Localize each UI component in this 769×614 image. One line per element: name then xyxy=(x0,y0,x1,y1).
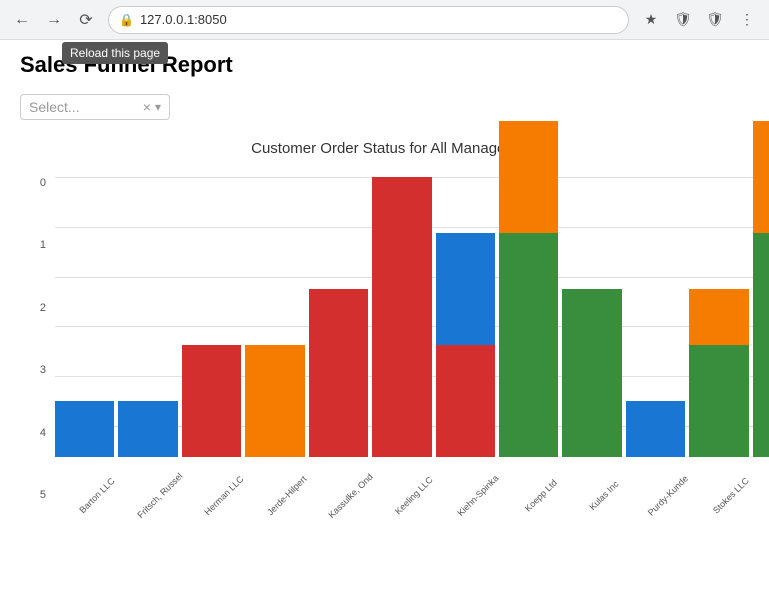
reload-button[interactable]: ⟳ xyxy=(72,6,100,34)
bar-group xyxy=(626,401,685,457)
bar-segment-presented xyxy=(753,233,769,457)
bar-group xyxy=(436,233,495,457)
bar-segment-presented xyxy=(499,233,558,457)
browser-chrome: ← → ⟳ Reload this page 🔒 127.0.0.1:8050 … xyxy=(0,0,769,40)
bar-group xyxy=(309,289,368,457)
browser-actions: ★ 🛡 🛡 ⋮ xyxy=(637,6,761,34)
bar-segment-pending xyxy=(689,289,748,345)
chart-wrapper: Customer Order Status for All Managers 5… xyxy=(20,140,749,531)
y-axis: 5 4 3 2 1 0 xyxy=(20,177,50,501)
menu-button[interactable]: ⋮ xyxy=(733,6,761,34)
y-axis-label: 4 xyxy=(20,427,50,439)
y-axis-label: 3 xyxy=(20,364,50,376)
bar-segment-pending xyxy=(245,345,304,457)
address-bar[interactable]: 🔒 127.0.0.1:8050 xyxy=(108,6,629,34)
page-content: Sales Funnel Report Select... × ▾ Custom… xyxy=(0,40,769,543)
reload-tooltip: Reload this page xyxy=(62,42,168,64)
bar-segment-declined xyxy=(55,401,114,457)
manager-select[interactable]: Select... × ▾ xyxy=(20,94,170,120)
bars-container xyxy=(55,177,769,457)
bar-group xyxy=(182,345,241,457)
bar-segment-pending xyxy=(499,121,558,233)
bar-segment-declined xyxy=(436,233,495,345)
url-text: 127.0.0.1:8050 xyxy=(140,12,227,27)
bar-segment-declined xyxy=(626,401,685,457)
y-axis-label: 2 xyxy=(20,302,50,314)
bar-group xyxy=(499,121,558,457)
bar-segment-declined xyxy=(118,401,177,457)
y-axis-label: 5 xyxy=(20,489,50,501)
select-placeholder: Select... xyxy=(29,99,139,115)
chevron-down-icon: ▾ xyxy=(155,100,161,114)
x-axis-label: Stokes LLC xyxy=(707,471,769,555)
x-axis: Barton LLCFritsch, Russel and AndersHerm… xyxy=(55,461,769,531)
lock-icon: 🔒 xyxy=(119,13,134,27)
bar-group xyxy=(689,289,748,457)
shield-button[interactable]: 🛡 xyxy=(669,6,697,34)
chart-with-axes: 5 4 3 2 1 0 Barton LLCFritsch, Russel and And… xyxy=(20,177,769,531)
bar-group xyxy=(118,401,177,457)
bar-segment-won xyxy=(309,289,368,457)
bar-group xyxy=(562,289,621,457)
back-button[interactable]: ← xyxy=(8,6,36,34)
forward-button[interactable]: → xyxy=(40,6,68,34)
y-axis-label: 1 xyxy=(20,239,50,251)
bookmark-button[interactable]: ★ xyxy=(637,6,665,34)
y-axis-label: 0 xyxy=(20,177,50,189)
bar-segment-pending xyxy=(753,121,769,233)
bar-segment-presented xyxy=(689,345,748,457)
chart-area: 543210 Barton LLCFritsch, Russel and And… xyxy=(20,177,749,531)
bar-segment-won xyxy=(372,177,431,457)
nav-buttons: ← → ⟳ Reload this page xyxy=(8,6,100,34)
bar-segment-won xyxy=(436,345,495,457)
bar-group xyxy=(753,121,769,457)
bar-group xyxy=(55,401,114,457)
bar-segment-presented xyxy=(562,289,621,457)
chart-inner xyxy=(55,177,769,457)
extension-button[interactable]: 🛡 xyxy=(701,6,729,34)
bar-group xyxy=(245,345,304,457)
bar-segment-won xyxy=(182,345,241,457)
select-clear-icon[interactable]: × xyxy=(143,99,151,115)
bar-group xyxy=(372,177,431,457)
chart-title: Customer Order Status for All Managers xyxy=(20,140,749,157)
